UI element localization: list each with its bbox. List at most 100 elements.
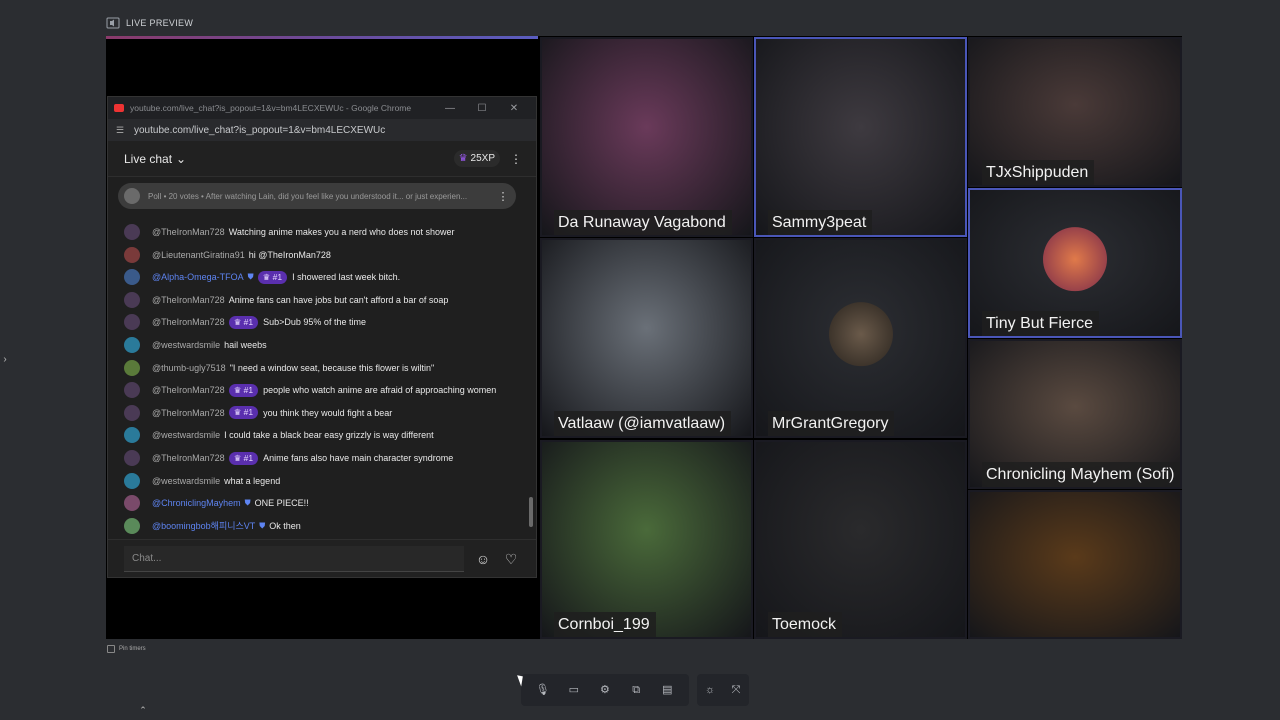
chat-author[interactable]: @thumb-ugly7518 (152, 363, 226, 373)
avatar[interactable] (124, 427, 140, 444)
pin-timers-row[interactable]: Pin timers (107, 645, 146, 653)
chat-mode-dropdown[interactable]: Live chat ⌄ (124, 152, 454, 166)
fullscreen-icon[interactable]: ⤧ (727, 681, 745, 699)
participant-tile[interactable]: Tiny But Fierce (968, 188, 1182, 338)
participant-tile[interactable]: Da Runaway Vagabond (540, 37, 753, 237)
participant-tile[interactable]: Cornboi_199 (540, 440, 753, 639)
avatar[interactable] (124, 224, 140, 240)
chat-author[interactable]: @TheIronMan728 (152, 453, 225, 463)
chat-message[interactable]: @LieutenantGiratina91 hi @TheIronMan728 (124, 246, 331, 264)
chat-popup-window[interactable]: youtube.com/live_chat?is_popout=1&v=bm4L… (107, 96, 537, 578)
participant-tile[interactable]: Vatlaaw (@iamvatlaaw) (540, 238, 753, 438)
chevron-up-icon[interactable]: ⌃ (136, 705, 150, 717)
chat-author[interactable]: @westwardsmile (152, 430, 220, 440)
avatar[interactable] (124, 246, 140, 263)
avatar[interactable] (124, 269, 140, 286)
chat-message[interactable]: @TheIronMan728 ♛ #1 you think they would f… (124, 404, 392, 422)
chat-author[interactable]: @ChroniclingMayhem (152, 498, 241, 508)
participant-tile[interactable]: MrGrantGregory (754, 238, 967, 438)
maximize-icon[interactable]: ☐ (466, 103, 498, 114)
chat-author[interactable]: @boomingbob해피니스VT (152, 519, 255, 532)
chat-message[interactable]: @ChroniclingMayhem ⛊ ONE PIECE!! (124, 494, 309, 512)
avatar[interactable] (124, 359, 140, 376)
more-options-icon[interactable]: ⋮ (510, 152, 522, 166)
chat-message-text: Watching anime makes you a nerd who does… (228, 227, 455, 237)
poll-banner[interactable]: Poll • 20 votes • After watching Lain, d… (118, 183, 516, 209)
chat-message[interactable]: @Alpha-Omega-TFOA ⛊ ♛ #1 I showered last we… (124, 268, 400, 286)
avatar[interactable] (124, 314, 140, 331)
chat-input[interactable] (124, 545, 464, 572)
chat-message[interactable]: @westwardsmile hail weebs (124, 336, 267, 354)
participant-tile[interactable]: Chronicling Mayhem (Sofi) (968, 339, 1182, 489)
rank-badge: ♛ #1 (257, 270, 288, 284)
avatar[interactable] (124, 382, 140, 399)
emoji-icon[interactable]: ☺ (474, 550, 492, 568)
chat-mode-label: Live chat (124, 151, 173, 166)
avatar[interactable] (124, 291, 140, 308)
xp-label: 25XP (470, 153, 495, 164)
chat-author[interactable]: @TheIronMan728 (152, 385, 225, 395)
participant-tile[interactable]: TJxShippuden (968, 37, 1182, 187)
chat-author[interactable]: @westwardsmile (152, 476, 220, 486)
preview-accent-bar (106, 36, 538, 39)
participant-tile[interactable]: Sammy3peat (754, 37, 967, 237)
chat-author[interactable]: @westwardsmile (152, 340, 220, 350)
chat-window-titlebar[interactable]: youtube.com/live_chat?is_popout=1&v=bm4L… (108, 97, 536, 119)
participant-name: Chronicling Mayhem (Sofi) (982, 462, 1180, 487)
xp-badge[interactable]: ♛ 25XP (453, 150, 500, 167)
chat-message[interactable]: @TheIronMan728 Anime fans can have jobs b… (124, 291, 448, 309)
moderator-shield-icon: ⛊ (247, 272, 254, 282)
crown-icon: ♛ (458, 153, 468, 164)
chat-message[interactable]: @TheIronMan728 ♛ #1 Sub>Dub 95% of the tim… (124, 313, 366, 331)
moderator-shield-icon: ⛊ (259, 520, 266, 530)
chat-message[interactable]: @westwardsmile I could take a black bear … (124, 426, 434, 444)
chat-message[interactable]: @boomingbob해피니스VT ⛊ Ok then (124, 517, 301, 535)
chat-message-text: ONE PIECE!! (254, 498, 309, 509)
youtube-icon (114, 104, 124, 112)
close-icon[interactable]: ✕ (498, 103, 530, 114)
rank-badge-label: #1 (243, 407, 254, 418)
chat-scrollbar[interactable] (529, 497, 533, 527)
expand-left-icon[interactable]: › (0, 352, 10, 368)
avatar[interactable] (124, 404, 140, 421)
chat-message-text: Sub>Dub 95% of the time (263, 317, 366, 328)
pin-timers-checkbox[interactable] (107, 645, 115, 653)
participant-name: MrGrantGregory (768, 411, 895, 436)
chat-author[interactable]: @TheIronMan728 (152, 227, 225, 237)
chat-message[interactable]: @thumb-ugly7518 "I need a window seat, be… (124, 359, 434, 377)
avatar[interactable] (124, 495, 140, 512)
chat-message[interactable]: @westwardsmile what a legend (124, 472, 280, 490)
chat-author[interactable]: @Alpha-Omega-TFOA (152, 272, 244, 282)
rank-badge-label: #1 (243, 384, 254, 395)
chat-author[interactable]: @TheIronMan728 (152, 295, 225, 305)
chat-url-bar[interactable]: ☰ youtube.com/live_chat?is_popout=1&v=bm… (108, 119, 536, 141)
chat-message-list[interactable]: @TheIronMan728 Watching anime makes you a… (108, 201, 536, 539)
chat-author[interactable]: @TheIronMan728 (152, 408, 225, 418)
rank-badge: ♛ #1 (228, 383, 259, 397)
chat-window-title: youtube.com/live_chat?is_popout=1&v=bm4L… (130, 103, 412, 113)
participant-name: Toemock (768, 612, 843, 637)
avatar[interactable] (124, 517, 140, 534)
heart-icon[interactable]: ♡ (502, 550, 520, 568)
avatar[interactable] (124, 337, 140, 353)
chat-message[interactable]: @TheIronMan728 ♛ #1 Anime fans also have m… (124, 449, 453, 467)
chat-author[interactable]: @TheIronMan728 (152, 317, 225, 327)
gear-icon[interactable]: ⚙ (596, 681, 614, 699)
participant-name: TJxShippuden (982, 160, 1095, 185)
chat-message[interactable]: @TheIronMan728 ♛ #1 people who watch anime… (124, 381, 496, 399)
screen-share-icon[interactable]: ⧉ (627, 681, 645, 699)
avatar[interactable] (124, 450, 140, 466)
chat-message[interactable]: @TheIronMan728 Watching anime makes you a… (124, 223, 454, 241)
poll-more-icon[interactable]: ⋮ (496, 190, 510, 203)
participant-tile[interactable] (968, 490, 1182, 639)
camera-icon[interactable]: ▭ (565, 681, 583, 699)
participant-tile[interactable]: Toemock (754, 440, 967, 639)
mic-icon[interactable]: 🎙 (534, 681, 552, 699)
site-info-icon[interactable]: ☰ (116, 125, 126, 135)
chat-author[interactable]: @LieutenantGiratina91 (152, 250, 245, 260)
chat-message-text: hi @TheIronMan728 (248, 249, 331, 260)
brightness-icon[interactable]: ☼ (701, 681, 719, 699)
layout-icon[interactable]: ▤ (658, 681, 676, 699)
avatar[interactable] (124, 472, 140, 489)
minimize-icon[interactable]: — (434, 103, 466, 114)
